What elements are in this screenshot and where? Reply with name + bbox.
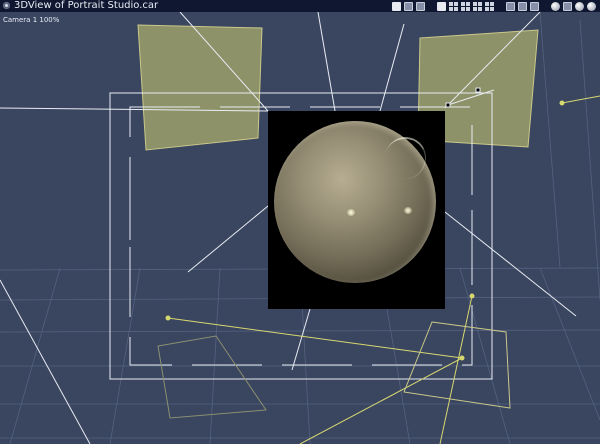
sphere-preview-icon[interactable] [587,1,596,11]
view-quad-icon[interactable] [461,1,470,11]
light-icon[interactable] [530,1,539,11]
sphere-highlight-right [404,207,412,214]
render-preview [268,111,445,309]
zoom-icon[interactable] [416,1,425,11]
reflector-panel-left[interactable] [137,24,263,151]
view-grid-icon[interactable] [473,1,482,11]
camera-label: Camera 1 100% [3,16,60,24]
window-title: 3DView of Portrait Studio.car [14,0,159,11]
view-layout-icon[interactable] [485,1,494,11]
rotate-icon[interactable] [404,1,413,11]
shading-icon[interactable] [575,1,584,11]
sphere-highlight-left [347,209,355,216]
window-menu-icon[interactable] [3,2,10,9]
view-split-icon[interactable] [449,1,458,11]
camera-target-icon[interactable] [518,1,527,11]
view-single-icon[interactable] [437,1,446,11]
3d-view-window: 3DView of Portrait Studio.car Camera 1 1… [0,0,600,444]
move-icon[interactable] [392,1,401,11]
title-bar: 3DView of Portrait Studio.car [0,0,600,12]
cube-icon[interactable] [563,1,572,11]
sphere-rim-highlight [381,133,430,183]
view-toolbar [392,0,600,12]
globe-icon[interactable] [551,1,560,11]
material-preview-sphere [274,121,436,283]
camera-icon[interactable] [506,1,515,11]
